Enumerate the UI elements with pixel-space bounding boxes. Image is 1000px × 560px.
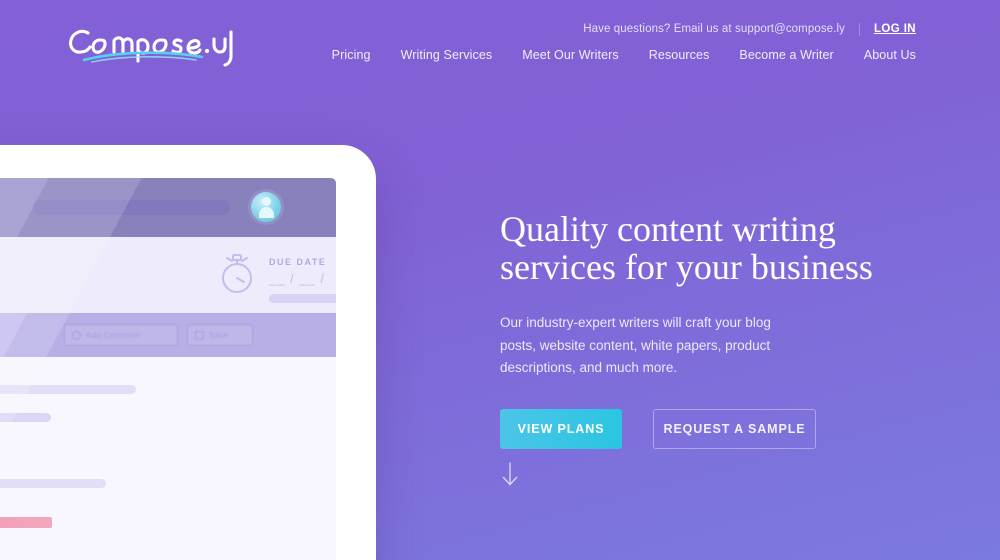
- nav-item-resources[interactable]: Resources: [649, 48, 710, 62]
- tablet-mockup: DUE DATE __ / __ / ____ Add Comment Save: [0, 145, 376, 560]
- nav-item-about-us[interactable]: About Us: [864, 48, 916, 62]
- doc-line: [0, 385, 136, 394]
- contact-text: Have questions? Email us at support@comp…: [583, 22, 845, 35]
- nav-item-pricing[interactable]: Pricing: [332, 48, 371, 62]
- document-body: [0, 357, 336, 560]
- brand-logo[interactable]: [62, 22, 262, 68]
- app-header-bar: [0, 178, 336, 237]
- due-date-label: DUE DATE: [269, 257, 327, 267]
- request-sample-button[interactable]: REQUEST A SAMPLE: [653, 409, 816, 450]
- save-icon: [195, 330, 204, 340]
- save-label: Save: [209, 330, 229, 340]
- avatar-person-glyph: [258, 197, 274, 219]
- page-title: Quality content writing services for you…: [500, 210, 940, 286]
- tablet-screen: DUE DATE __ / __ / ____ Add Comment Save: [0, 178, 336, 560]
- due-date-underline: [269, 294, 336, 303]
- add-comment-button[interactable]: Add Comment: [64, 324, 178, 346]
- nav-item-become-a-writer[interactable]: Become a Writer: [739, 48, 833, 62]
- login-link[interactable]: LOG IN: [874, 23, 916, 35]
- nav-item-meet-our-writers[interactable]: Meet Our Writers: [522, 48, 619, 62]
- utility-divider: [858, 23, 860, 36]
- hero-cta-group: VIEW PLANS REQUEST A SAMPLE: [500, 409, 940, 450]
- editor-toolbar: Add Comment Save: [0, 313, 336, 357]
- stopwatch-icon: [222, 254, 252, 293]
- doc-line: [0, 479, 106, 488]
- app-search-pill[interactable]: [33, 200, 230, 215]
- hero-heading-line-1: Quality content writing: [500, 209, 836, 249]
- logo-wordmark-icon: [69, 29, 233, 67]
- site-header: Have questions? Email us at support@comp…: [0, 0, 1000, 100]
- hero-heading-line-2: services for your business: [500, 247, 873, 288]
- save-button[interactable]: Save: [187, 324, 253, 346]
- view-plans-button[interactable]: VIEW PLANS: [500, 409, 622, 450]
- utility-bar: Have questions? Email us at support@comp…: [583, 22, 916, 36]
- main-nav: Pricing Writing Services Meet Our Writer…: [332, 48, 916, 62]
- arrow-down-icon[interactable]: [500, 462, 520, 488]
- add-comment-label: Add Comment: [86, 330, 141, 340]
- hero-section: Quality content writing services for you…: [500, 210, 940, 450]
- user-avatar-icon[interactable]: [251, 192, 281, 222]
- highlighted-text[interactable]: [0, 517, 52, 528]
- nav-item-writing-services[interactable]: Writing Services: [401, 48, 493, 62]
- due-date-panel: DUE DATE __ / __ / ____: [0, 237, 336, 313]
- doc-line: [0, 413, 51, 422]
- comment-icon: [72, 330, 81, 340]
- hero-paragraph: Our industry-expert writers will craft y…: [500, 315, 771, 375]
